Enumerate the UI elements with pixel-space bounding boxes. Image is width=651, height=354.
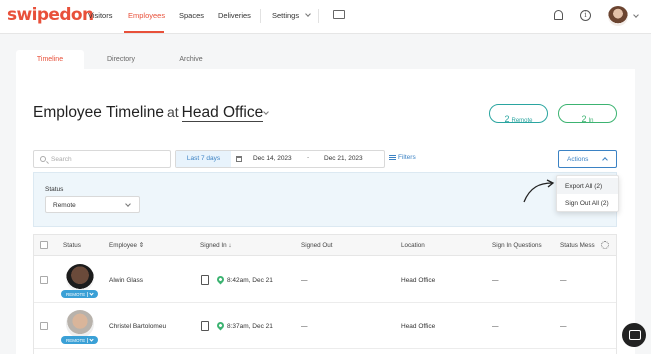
sign-out-all-menu-item[interactable]: Sign Out All (2) <box>557 195 618 211</box>
sign-in-questions-cell: — <box>492 323 499 330</box>
chevron-up-icon <box>602 157 608 163</box>
location-cell: Head Office <box>401 277 436 284</box>
nav-divider <box>260 9 261 23</box>
location-pin-icon <box>215 274 226 285</box>
tab-timeline[interactable]: Timeline <box>16 50 84 70</box>
select-all-checkbox[interactable] <box>40 241 48 249</box>
calendar-icon <box>236 156 242 162</box>
in-count: 2 <box>581 114 587 124</box>
nav-settings[interactable]: Settings <box>272 11 312 20</box>
pointer-arrow-icon <box>523 179 555 203</box>
tablet-icon <box>201 321 209 331</box>
table-row[interactable]: REMOTE Alwin Glass 8:42am, Dec 21 — Head… <box>34 257 616 303</box>
user-avatar[interactable] <box>608 6 628 26</box>
bell-icon[interactable] <box>554 10 563 20</box>
tab-archive[interactable]: Archive <box>166 50 216 70</box>
actions-button[interactable]: Actions <box>558 150 617 168</box>
actions-label: Actions <box>567 156 589 163</box>
table-row[interactable]: REMOTE Christel Bartolomeu 8:37am, Dec 2… <box>34 303 616 349</box>
in-label: In <box>588 118 594 124</box>
chevron-down-icon <box>89 337 94 342</box>
page-title: Employee Timeline at Head Office <box>33 104 264 122</box>
gear-icon[interactable] <box>601 241 609 249</box>
date-separator: - <box>307 154 310 161</box>
brand-logo[interactable]: swipedon <box>7 5 94 25</box>
chevron-down-icon <box>89 291 94 296</box>
signed-out-time: — <box>301 323 308 330</box>
column-location[interactable]: Location <box>401 242 425 249</box>
remote-label: Remote <box>511 118 533 124</box>
chevron-down-icon <box>305 11 312 17</box>
search-input[interactable]: Search <box>33 150 171 168</box>
date-preset-button[interactable]: Last 7 days <box>176 151 231 167</box>
filters-button[interactable]: Filters <box>389 154 416 161</box>
tab-directory[interactable]: Directory <box>96 50 146 70</box>
chat-support-button[interactable] <box>622 323 646 347</box>
sort-down-icon: ↓ <box>228 242 232 249</box>
signed-in-time: 8:42am, Dec 21 <box>227 277 273 284</box>
location-cell: Head Office <box>401 323 436 330</box>
remote-count-button[interactable]: 2 Remote <box>489 104 548 124</box>
avatar <box>66 264 94 292</box>
chevron-down-icon[interactable] <box>633 12 639 18</box>
signed-out-time: — <box>301 277 308 284</box>
status-filter-value: Remote <box>53 202 76 209</box>
row-checkbox[interactable] <box>40 276 48 284</box>
filter-icon <box>389 154 396 160</box>
kiosk-icon[interactable] <box>333 10 345 19</box>
employee-tabs: Timeline Directory Archive <box>16 50 635 70</box>
signed-in-time: 8:37am, Dec 21 <box>227 323 273 330</box>
nav-visitors[interactable]: Visitors <box>88 11 112 20</box>
in-count-button[interactable]: 2 In <box>558 104 617 124</box>
date-range-picker[interactable]: Last 7 days Dec 14, 2023 - Dec 21, 2023 <box>175 150 385 168</box>
status-badge-label: REMOTE <box>66 292 86 297</box>
column-sign-in-questions[interactable]: Sign In Questions <box>492 242 542 249</box>
nav-deliveries[interactable]: Deliveries <box>218 11 251 20</box>
actions-menu: Export All (2) Sign Out All (2) <box>556 175 619 212</box>
export-all-menu-item[interactable]: Export All (2) <box>557 178 618 194</box>
row-checkbox[interactable] <box>40 322 48 330</box>
date-to[interactable]: Dec 21, 2023 <box>324 155 363 162</box>
column-status[interactable]: Status <box>63 242 81 249</box>
filters-label: Filters <box>398 154 416 161</box>
status-badge[interactable]: REMOTE <box>61 336 99 344</box>
nav-divider <box>318 9 319 23</box>
location-pin-icon <box>215 320 226 331</box>
column-signed-in[interactable]: Signed In ↓ <box>200 242 232 249</box>
status-filter-label: Status <box>45 186 64 193</box>
employee-name[interactable]: Christel Bartolomeu <box>109 323 166 330</box>
tablet-icon <box>201 275 209 285</box>
page-title-text: Employee Timeline <box>33 104 164 121</box>
employee-name[interactable]: Alwin Glass <box>109 277 143 284</box>
page-title-at: at <box>166 104 179 120</box>
remote-count: 2 <box>504 114 510 124</box>
avatar <box>66 310 94 338</box>
nav-employees[interactable]: Employees <box>128 11 165 20</box>
column-employee[interactable]: Employee ⇕ <box>109 242 144 249</box>
timeline-table: Status Employee ⇕ Signed In ↓ Signed Out… <box>33 234 617 354</box>
chevron-down-icon <box>125 201 131 207</box>
status-badge-label: REMOTE <box>66 338 86 343</box>
sign-in-questions-cell: — <box>492 277 499 284</box>
column-signed-out[interactable]: Signed Out <box>301 242 333 249</box>
status-badge[interactable]: REMOTE <box>61 290 99 298</box>
column-signed-in-label: Signed In <box>200 242 227 249</box>
active-nav-indicator <box>124 31 164 33</box>
nav-settings-label: Settings <box>272 11 300 20</box>
column-status-message[interactable]: Status Mess <box>560 242 596 249</box>
column-employee-label: Employee <box>109 242 138 249</box>
date-from[interactable]: Dec 14, 2023 <box>253 155 292 162</box>
top-navigation-bar: swipedon Visitors Employees Spaces Deliv… <box>0 0 651 34</box>
location-selector[interactable]: Head Office <box>181 104 264 122</box>
nav-spaces[interactable]: Spaces <box>179 11 204 20</box>
table-header: Status Employee ⇕ Signed In ↓ Signed Out… <box>34 235 616 256</box>
status-message-cell: — <box>560 323 567 330</box>
status-filter-select[interactable]: Remote <box>45 196 140 213</box>
status-message-cell: — <box>560 277 567 284</box>
search-icon <box>40 156 46 162</box>
info-icon[interactable]: i <box>580 10 591 21</box>
sort-icon: ⇕ <box>138 242 145 249</box>
search-placeholder: Search <box>51 156 72 163</box>
